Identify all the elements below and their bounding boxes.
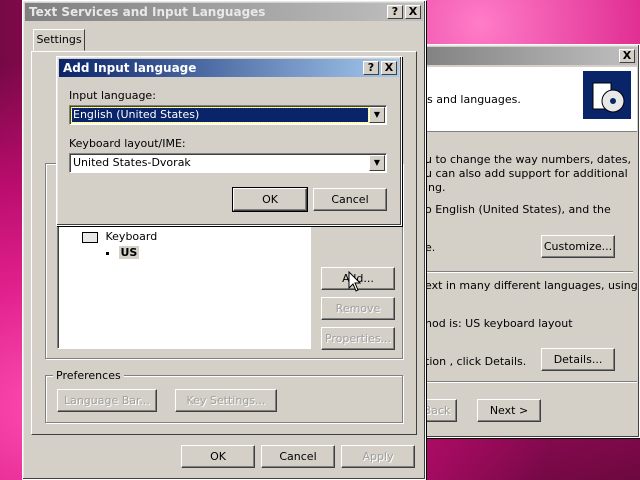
- chevron-down-icon[interactable]: ▼: [369, 155, 385, 171]
- add-input-titlebar: Add Input language: [59, 59, 399, 77]
- mouse-cursor-icon: [348, 270, 362, 296]
- ok-button[interactable]: OK: [232, 187, 308, 212]
- window-title: Text Services and Input Languages: [29, 5, 266, 19]
- header-band: s and languages.: [417, 67, 637, 132]
- language-bar-button[interactable]: Language Bar...: [57, 389, 157, 412]
- help-button[interactable]: ?: [363, 61, 379, 75]
- cancel-button[interactable]: Cancel: [313, 188, 387, 211]
- text-services-titlebar: Text Services and Input Languages: [25, 3, 423, 21]
- next-button[interactable]: Next >: [477, 399, 541, 422]
- info-line-5: e.: [425, 241, 436, 254]
- chevron-down-icon[interactable]: ▼: [369, 107, 385, 123]
- ok-button[interactable]: OK: [181, 445, 255, 468]
- key-settings-button[interactable]: Key Settings...: [175, 389, 277, 412]
- help-button[interactable]: ?: [387, 5, 403, 19]
- regional-options-window: X s and languages. u to change the way n…: [414, 44, 640, 438]
- keyboard-layout-value: United States-Dvorak: [73, 156, 191, 169]
- info-line-6: ext in many different languages, using: [425, 279, 638, 292]
- info-line-4: o English (United States), and the: [425, 203, 611, 216]
- tree-keyboard-item[interactable]: Keyboard: [82, 230, 157, 244]
- tree-us-item[interactable]: US: [106, 246, 140, 259]
- regional-titlebar: [417, 47, 637, 65]
- separator-2: [417, 381, 637, 383]
- keyboard-layout-select[interactable]: United States-Dvorak ▼: [69, 153, 387, 173]
- info-line-2: u can also add support for additional: [425, 167, 628, 180]
- info-line-3: ing.: [425, 181, 446, 194]
- tab-settings-label: Settings: [36, 33, 82, 46]
- preferences-label: Preferences: [53, 369, 124, 382]
- dialog-title: Add Input language: [63, 61, 197, 75]
- separator: [425, 271, 633, 273]
- info-line-1: u to change the way numbers, dates,: [425, 153, 631, 166]
- info-line-8: tion , click Details.: [425, 355, 527, 368]
- properties-button[interactable]: Properties...: [321, 327, 395, 350]
- back-label: Back: [423, 404, 451, 417]
- keyboard-layout-label: Keyboard layout/IME:: [69, 137, 186, 150]
- add-input-language-dialog: Add Input language ? X Input language: E…: [56, 56, 402, 226]
- remove-button[interactable]: Remove: [321, 297, 395, 320]
- input-language-value: English (United States): [71, 107, 369, 123]
- keyboard-icon: [82, 231, 98, 243]
- apply-button[interactable]: Apply: [341, 445, 415, 468]
- info-line-7: hod is: US keyboard layout: [425, 317, 573, 330]
- bullet-icon: [106, 251, 109, 255]
- tree-keyboard-label: Keyboard: [105, 230, 158, 243]
- cancel-button[interactable]: Cancel: [261, 445, 335, 468]
- header-text: s and languages.: [427, 93, 521, 106]
- close-button[interactable]: X: [619, 49, 635, 63]
- close-button[interactable]: X: [381, 61, 397, 75]
- input-language-select[interactable]: English (United States) ▼: [69, 105, 387, 125]
- customize-button[interactable]: Customize...: [541, 235, 615, 258]
- services-tree[interactable]: Keyboard US: [57, 225, 311, 349]
- close-button[interactable]: X: [405, 5, 421, 19]
- details-button[interactable]: Details...: [541, 348, 615, 371]
- input-language-label: Input language:: [69, 89, 156, 102]
- setup-cd-icon: [583, 71, 631, 119]
- tab-settings[interactable]: Settings: [33, 29, 85, 51]
- tree-us-label: US: [118, 246, 140, 259]
